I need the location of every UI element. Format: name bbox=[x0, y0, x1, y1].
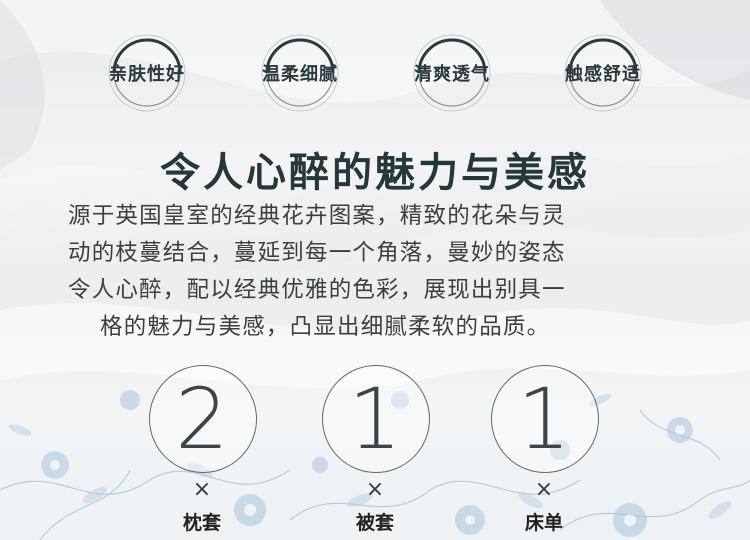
item-count: 2 bbox=[175, 370, 229, 468]
feature-badge: 清爽透气 bbox=[409, 30, 495, 116]
headline: 令人心醉的魅力与美感 bbox=[160, 150, 590, 196]
feature-badge: 触感舒适 bbox=[560, 30, 646, 116]
set-item-duvet-cover: 1 × 被套 bbox=[320, 365, 430, 540]
set-item-pillowcase: 2 × 枕套 bbox=[147, 365, 257, 540]
feature-badge: 温柔细腻 bbox=[257, 30, 343, 116]
paragraph-line: 源于英国皇室的经典花卉图案，精致的花朵与灵 bbox=[68, 203, 566, 229]
item-label: 床单 bbox=[524, 512, 563, 534]
feature-label: 清爽透气 bbox=[414, 64, 490, 85]
description-paragraph: 源于英国皇室的经典花卉图案，精致的花朵与灵 动的枝蔓结合，蔓延到每一个角落，曼妙… bbox=[68, 198, 688, 346]
times-icon: × bbox=[192, 477, 212, 502]
feature-label: 亲肤性好 bbox=[109, 64, 185, 85]
feature-label: 触感舒适 bbox=[565, 64, 641, 85]
feature-badge: 亲肤性好 bbox=[104, 30, 190, 116]
item-count: 1 bbox=[348, 370, 402, 468]
set-item-bed-sheet: 1 × 床单 bbox=[489, 365, 599, 540]
feature-badges: 亲肤性好 温柔细腻 清爽透气 触感舒适 bbox=[0, 30, 750, 120]
feature-label: 温柔细腻 bbox=[262, 64, 338, 85]
times-icon: × bbox=[365, 477, 385, 502]
item-count: 1 bbox=[517, 370, 571, 468]
paragraph-line: 格的魅力与美感，凸显出细腻柔软的品质。 bbox=[100, 314, 551, 340]
item-label: 被套 bbox=[355, 512, 394, 534]
times-icon: × bbox=[534, 477, 554, 502]
paragraph-line: 动的枝蔓结合，蔓延到每一个角落，曼妙的姿态 bbox=[68, 240, 566, 266]
item-label: 枕套 bbox=[182, 512, 221, 534]
paragraph-line: 令人心醉，配以经典优雅的色彩，展现出别具一 bbox=[68, 277, 566, 303]
